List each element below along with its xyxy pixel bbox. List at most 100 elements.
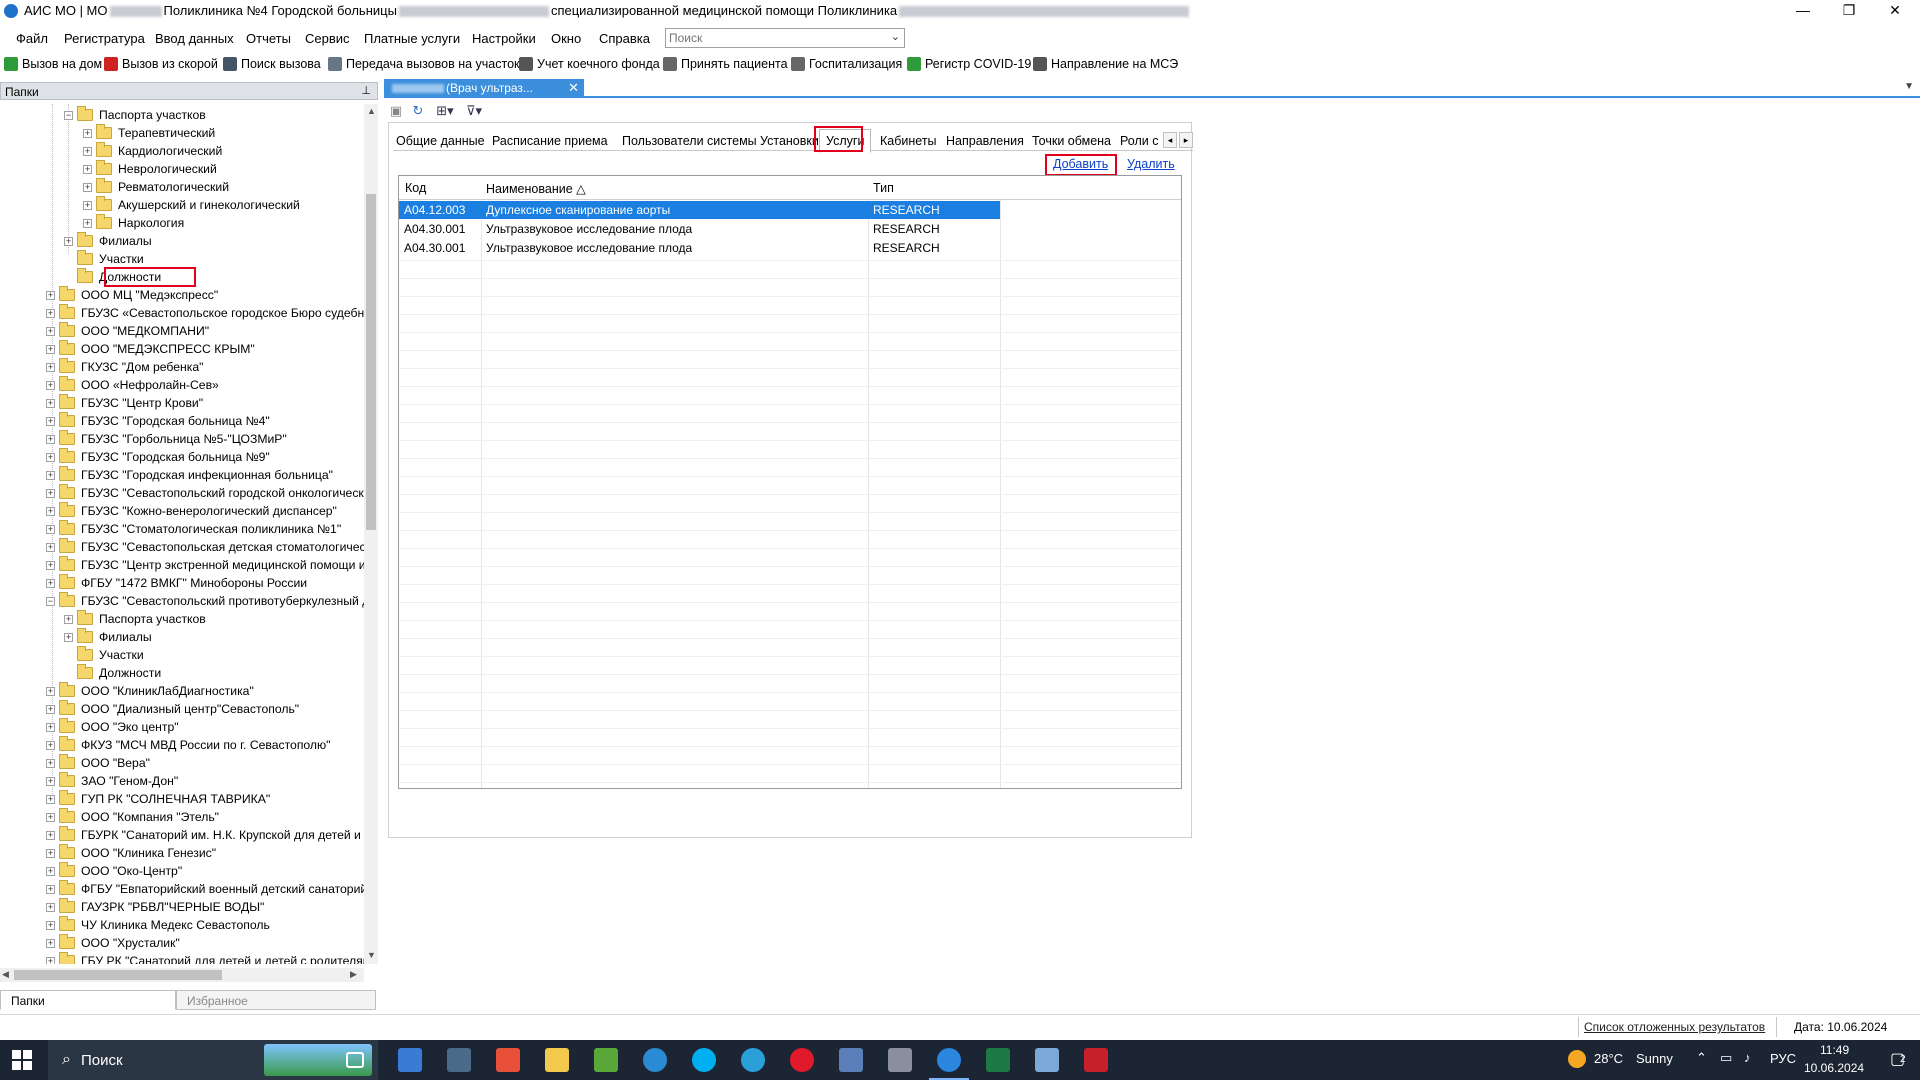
- scroll-down-icon[interactable]: ▼: [367, 950, 376, 960]
- expand-icon[interactable]: +: [83, 182, 92, 192]
- task-view-icon[interactable]: [346, 1052, 364, 1068]
- expand-icon[interactable]: +: [46, 740, 55, 750]
- tree-node[interactable]: + Кардиологический: [83, 142, 222, 160]
- skype-icon[interactable]: [692, 1048, 716, 1072]
- toolbar-button-3[interactable]: Передача вызовов на участок: [328, 57, 520, 71]
- file-explorer-icon[interactable]: [545, 1048, 569, 1072]
- tree-node[interactable]: − Паспорта участков: [64, 106, 206, 124]
- network-icon[interactable]: ▭: [1720, 1050, 1732, 1066]
- windows-start-icon[interactable]: [12, 1050, 32, 1070]
- tree-node[interactable]: + ГБУЗС "Городская больница №9": [46, 448, 270, 466]
- tree-node[interactable]: + Филиалы: [64, 232, 152, 250]
- minimize-button[interactable]: —: [1780, 0, 1826, 22]
- tree-node[interactable]: + ФГБУ "1472 ВМКГ" Минобороны России: [46, 574, 307, 592]
- menu-window[interactable]: Окно: [551, 31, 581, 46]
- tree-node[interactable]: + Ревматологический: [83, 178, 229, 196]
- toolbar-button-4[interactable]: Учет коечного фонда: [519, 57, 660, 71]
- tree-node[interactable]: + ООО "Эко центр": [46, 718, 179, 736]
- taskbar-app-1-icon[interactable]: [398, 1048, 422, 1072]
- toolbar-button-6[interactable]: Госпитализация: [791, 57, 902, 71]
- column-header-name[interactable]: Наименование △: [486, 181, 586, 196]
- tab-rooms[interactable]: Кабинеты: [877, 132, 940, 150]
- expand-icon[interactable]: +: [46, 884, 55, 894]
- expand-icon[interactable]: +: [46, 470, 55, 480]
- clock-time[interactable]: 11:49: [1820, 1043, 1849, 1057]
- tree-node[interactable]: + Терапевтический: [83, 124, 215, 142]
- menu-file[interactable]: Файл: [16, 31, 48, 46]
- expand-icon[interactable]: +: [46, 578, 55, 588]
- tree-node[interactable]: + ГБУЗС "Севастопольский городской онколо…: [46, 484, 364, 502]
- tab-system-users[interactable]: Пользователи системы: [619, 132, 760, 150]
- tree-node[interactable]: + Паспорта участков: [64, 610, 206, 628]
- menu-help[interactable]: Справка: [599, 31, 650, 46]
- calculator-icon[interactable]: [447, 1048, 471, 1072]
- tab-favorites[interactable]: Избранное: [176, 990, 376, 1010]
- tree-vertical-scrollbar[interactable]: ▲ ▼: [364, 104, 378, 964]
- expand-icon[interactable]: +: [46, 830, 55, 840]
- tree-node[interactable]: + ООО МЦ "Медэкспресс": [46, 286, 218, 304]
- tab-scroll-right-icon[interactable]: ▸: [1179, 132, 1193, 148]
- search-input[interactable]: [666, 29, 876, 47]
- close-tab-icon[interactable]: ✕: [568, 80, 579, 96]
- expand-icon[interactable]: +: [46, 722, 55, 732]
- expand-icon[interactable]: +: [46, 344, 55, 354]
- tree-node[interactable]: + ООО "Хрусталик": [46, 934, 180, 952]
- expand-icon[interactable]: +: [46, 308, 55, 318]
- tree-node[interactable]: + ГБУЗС "Городская инфекционная больница": [46, 466, 333, 484]
- tree-node[interactable]: + ЧУ Клиника Медекс Севастополь: [46, 916, 270, 934]
- tree-node[interactable]: + ГБУЗС "Городская больница №4": [46, 412, 270, 430]
- expand-icon[interactable]: +: [46, 560, 55, 570]
- weather-temp[interactable]: 28°C: [1594, 1051, 1623, 1066]
- toolbar-button-8[interactable]: Направление на МСЭ: [1033, 57, 1178, 71]
- expand-icon[interactable]: +: [64, 632, 73, 642]
- scroll-right-icon[interactable]: ▶: [350, 969, 357, 980]
- search-combobox[interactable]: ⌄: [665, 28, 905, 48]
- browser-icon[interactable]: [643, 1048, 667, 1072]
- tree-node[interactable]: + ООО "Диализный центр"Севастополь": [46, 700, 299, 718]
- expand-icon[interactable]: +: [64, 236, 73, 246]
- tree-node[interactable]: + Неврологический: [83, 160, 217, 178]
- expand-icon[interactable]: +: [46, 956, 55, 964]
- expand-icon[interactable]: +: [46, 704, 55, 714]
- tree-node[interactable]: + ГКУЗС "Дом ребенка": [46, 358, 203, 376]
- expand-icon[interactable]: +: [46, 416, 55, 426]
- tree-node[interactable]: − ГБУЗС "Севастопольский противотуберкуле…: [46, 592, 364, 610]
- tree-node[interactable]: + Акушерский и гинекологический: [83, 196, 300, 214]
- menu-service[interactable]: Сервис: [305, 31, 350, 46]
- tree-node[interactable]: + ООО "КлиникЛабДиагностика": [46, 682, 254, 700]
- tab-general[interactable]: Общие данные: [393, 132, 488, 150]
- expand-icon[interactable]: +: [46, 776, 55, 786]
- tree-node[interactable]: + ГУП РК "СОЛНЕЧНАЯ ТАВРИКА": [46, 790, 270, 808]
- scroll-up-icon[interactable]: ▲: [367, 106, 376, 116]
- tree-node[interactable]: + ФКУЗ "МСЧ МВД России по г. Севастополю": [46, 736, 331, 754]
- expand-icon[interactable]: +: [46, 524, 55, 534]
- opera-icon[interactable]: [790, 1048, 814, 1072]
- tree-node[interactable]: + ГБУЗС "Стоматологическая поликлиника №1…: [46, 520, 341, 538]
- menu-paid-services[interactable]: Платные услуги: [364, 31, 460, 46]
- tree-node[interactable]: + ГБУЗС "Севастопольская детская стоматол…: [46, 538, 364, 556]
- expand-icon[interactable]: +: [46, 848, 55, 858]
- tab-referrals[interactable]: Направления: [943, 132, 1027, 150]
- column-header-type[interactable]: Тип: [873, 181, 894, 195]
- expand-icon[interactable]: +: [46, 794, 55, 804]
- taskbar-app-13-icon[interactable]: [1035, 1048, 1059, 1072]
- tab-settings[interactable]: Установки: [757, 132, 822, 150]
- table-row[interactable]: A04.12.003 Дуплексное сканирование аорты R…: [399, 201, 1000, 219]
- pdf-reader-icon[interactable]: [1084, 1048, 1108, 1072]
- ais-mo-app-icon[interactable]: [929, 1048, 969, 1080]
- toolbar-button-7[interactable]: Регистр COVID-19: [907, 57, 1031, 71]
- excel-icon[interactable]: [986, 1048, 1010, 1072]
- expand-icon[interactable]: +: [46, 758, 55, 768]
- delete-link[interactable]: Удалить: [1127, 157, 1175, 171]
- tab-roles[interactable]: Роли с: [1117, 132, 1161, 150]
- weather-icon[interactable]: [1568, 1050, 1586, 1068]
- weather-text[interactable]: Sunny: [1636, 1051, 1673, 1066]
- toolbar-button-2[interactable]: Поиск вызова: [223, 57, 321, 71]
- document-tab[interactable]: (Врач ультраз... ✕: [384, 79, 584, 98]
- save-icon[interactable]: ▣: [388, 103, 404, 119]
- expand-icon[interactable]: +: [46, 686, 55, 696]
- expand-icon[interactable]: +: [46, 326, 55, 336]
- telegram-icon[interactable]: [741, 1048, 765, 1072]
- tree-node[interactable]: + ООО "Клиника Генезис": [46, 844, 216, 862]
- expand-icon[interactable]: +: [64, 614, 73, 624]
